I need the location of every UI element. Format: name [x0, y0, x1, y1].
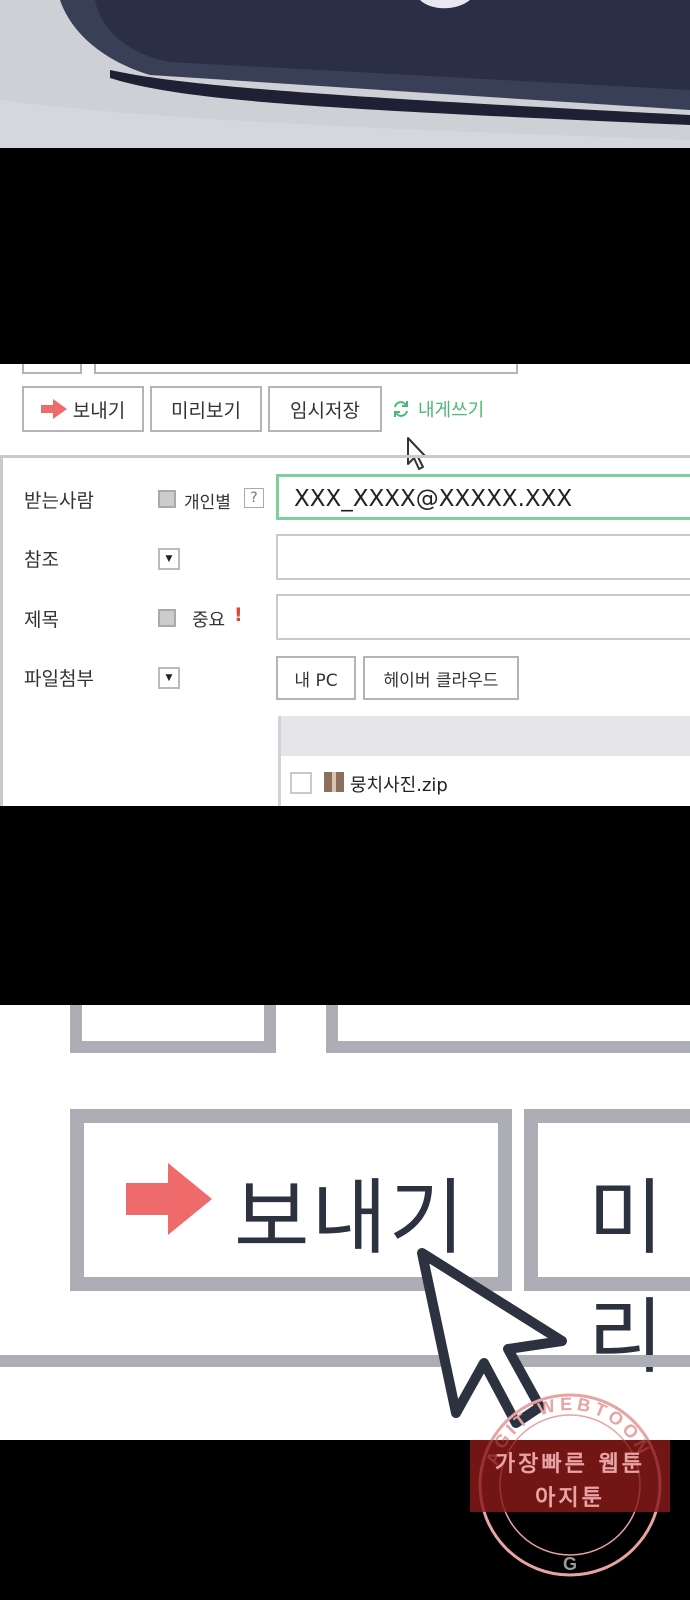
zoom-divider — [0, 1355, 690, 1367]
cc-input[interactable] — [276, 534, 690, 580]
important-mark: ! — [234, 604, 243, 626]
mouse-cursor-icon — [407, 437, 427, 470]
individual-label: 개인별 — [184, 493, 231, 513]
svg-text:G: G — [563, 1554, 577, 1574]
arrow-right-icon — [126, 1163, 212, 1235]
partial-input — [94, 364, 518, 374]
recipient-label: 받는사람 — [24, 490, 94, 512]
subject-label: 제목 — [24, 609, 59, 631]
attachment-checkbox[interactable] — [290, 772, 312, 794]
cloud-label: 헤이버 클라우드 — [383, 670, 499, 691]
self-mail-link[interactable]: 내게쓰기 — [392, 396, 484, 422]
preview-button[interactable]: 미리보기 — [150, 386, 262, 432]
attach-label: 파일첨부 — [24, 668, 94, 690]
zoom-partial-input — [326, 1005, 690, 1053]
partial-box — [22, 364, 82, 374]
individual-checkbox[interactable] — [158, 490, 176, 508]
car-illustration — [0, 0, 690, 148]
caret-down-icon: ▼ — [165, 673, 173, 683]
zoom-panel: 보내기 미리 — [0, 1005, 690, 1440]
cc-dropdown[interactable]: ▼ — [158, 548, 180, 570]
zip-file-icon — [324, 772, 344, 792]
attachment-filename: 뭉치사진.zip — [350, 775, 448, 796]
top-illustration-panel — [0, 0, 690, 148]
help-icon[interactable]: ? — [244, 488, 264, 508]
important-label: 중요 — [192, 610, 226, 631]
preview-button-label: 미리보기 — [171, 399, 241, 422]
zoom-partial-box — [70, 1005, 276, 1053]
send-button-label: 보내기 — [72, 399, 126, 422]
toolbar-divider — [0, 455, 690, 458]
watermark-line1: 가장빠른 웹툰 — [494, 1452, 646, 1477]
important-checkbox[interactable] — [158, 609, 176, 627]
attachment-list-border — [278, 716, 281, 806]
attachment-list-header — [278, 716, 690, 756]
left-border — [0, 458, 3, 806]
my-pc-button[interactable]: 내 PC — [276, 656, 356, 700]
recipient-input[interactable]: XXX_XXXX@XXXXX.XXX — [276, 474, 690, 520]
refresh-icon — [394, 401, 408, 417]
help-mark: ? — [250, 490, 258, 506]
caret-down-icon: ▼ — [165, 554, 173, 564]
subject-input[interactable] — [276, 594, 690, 640]
watermark-line2: 아지툰 — [535, 1486, 605, 1511]
save-draft-button-label: 임시저장 — [290, 399, 360, 422]
arrow-right-icon — [40, 399, 67, 419]
zoom-preview-label: 미리 — [588, 1171, 664, 1385]
my-pc-label: 내 PC — [294, 670, 338, 691]
recipient-value: XXX_XXXX@XXXXX.XXX — [294, 486, 573, 512]
cc-label: 참조 — [24, 549, 59, 571]
self-mail-label: 내게쓰기 — [418, 400, 485, 421]
attach-dropdown[interactable]: ▼ — [158, 667, 180, 689]
cloud-button[interactable]: 헤이버 클라우드 — [363, 656, 519, 700]
send-button[interactable]: 보내기 — [22, 386, 144, 432]
mail-compose-panel: 보내기 미리보기 임시저장 내게쓰기 받는사람 개인별 ? XXX_XXXX@X… — [0, 364, 690, 806]
save-draft-button[interactable]: 임시저장 — [268, 386, 382, 432]
